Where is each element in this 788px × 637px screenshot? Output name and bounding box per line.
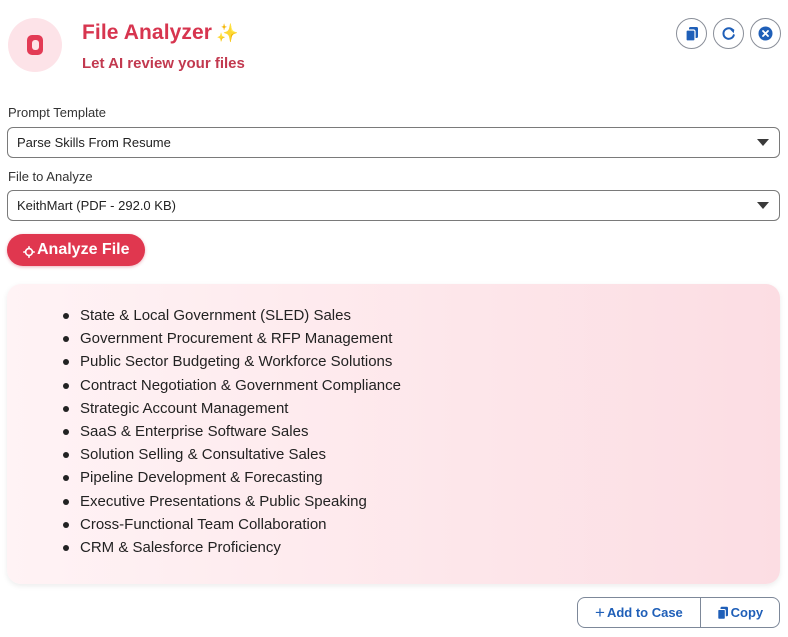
skill-list-item: SaaS & Enterprise Software Sales [63, 420, 401, 443]
copy-icon [684, 26, 698, 42]
copy-button[interactable]: Copy [701, 598, 779, 627]
chevron-down-icon [757, 202, 769, 209]
page-subtitle: Let AI review your files [82, 55, 245, 72]
analyze-file-label: Analyze File [37, 241, 130, 258]
skill-list-item: Government Procurement & RFP Management [63, 327, 401, 350]
prompt-template-label: Prompt Template [8, 105, 107, 120]
page-title: File Analyzer ✨ [82, 21, 239, 45]
file-to-analyze-label: File to Analyze [8, 169, 93, 184]
skill-list-item: Pipeline Development & Forecasting [63, 466, 401, 489]
close-button[interactable] [750, 18, 781, 49]
prompt-template-value: Parse Skills From Resume [17, 135, 171, 150]
prompt-template-select[interactable]: Parse Skills From Resume [7, 127, 780, 158]
skills-list: State & Local Government (SLED) Sales Gov… [63, 304, 401, 559]
app-logo-icon [8, 18, 62, 72]
skill-list-item: Strategic Account Management [63, 397, 401, 420]
file-analyzer-app: File Analyzer✨ Let AI review your files [0, 0, 788, 637]
result-actions: + Add to Case Copy [577, 597, 780, 628]
refresh-icon [722, 27, 735, 40]
chevron-down-icon [757, 139, 769, 146]
add-to-case-label: Add to Case [606, 605, 683, 620]
file-to-analyze-value: KeithMart (PDF - 292.0 KB) [17, 198, 176, 213]
header: File Analyzer ✨ Let AI review your files [0, 0, 788, 96]
analysis-result-panel: State & Local Government (SLED) Sales Gov… [7, 284, 780, 584]
sparkle-icon: ✨ [216, 23, 239, 43]
skill-list-item: Cross-Functional Team Collaboration [63, 513, 401, 536]
copy-icon [716, 606, 728, 620]
refresh-button[interactable] [713, 18, 744, 49]
skill-list-item: Public Sector Budgeting & Workforce Solu… [63, 350, 401, 373]
copy-label: Copy [730, 605, 764, 620]
header-actions [676, 18, 781, 49]
analyze-file-button[interactable]: Analyze File [7, 234, 146, 266]
skill-list-item: State & Local Government (SLED) Sales [63, 304, 401, 327]
sparkle-gear-icon [23, 246, 35, 258]
skill-list-item: Solution Selling & Consultative Sales [63, 443, 401, 466]
skill-list-item: Contract Negotiation & Government Compli… [63, 374, 401, 397]
close-icon [758, 26, 773, 41]
page-title-text: File Analyzer [82, 21, 213, 44]
plus-icon: + [595, 602, 605, 622]
file-to-analyze-select[interactable]: KeithMart (PDF - 292.0 KB) [7, 190, 780, 221]
copy-all-button[interactable] [676, 18, 707, 49]
skill-list-item: CRM & Salesforce Proficiency [63, 536, 401, 559]
add-to-case-button[interactable]: + Add to Case [578, 598, 701, 627]
skill-list-item: Executive Presentations & Public Speakin… [63, 490, 401, 513]
